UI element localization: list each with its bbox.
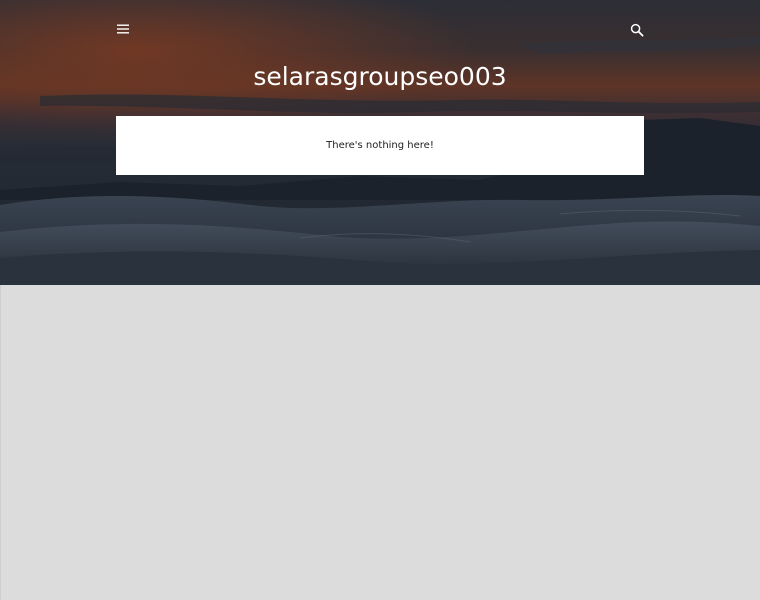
hamburger-menu-icon — [117, 24, 129, 34]
empty-posts-message: There's nothing here! — [326, 140, 434, 151]
blog-page: selarasgroupseo003 There's nothing here! — [0, 0, 760, 600]
menu-button[interactable] — [112, 18, 134, 40]
main-content-area — [0, 285, 760, 600]
search-icon — [630, 23, 644, 37]
empty-posts-card: There's nothing here! — [116, 116, 644, 175]
blog-title-link[interactable]: selarasgroupseo003 — [0, 62, 760, 91]
search-button[interactable] — [626, 19, 648, 41]
header-banner: selarasgroupseo003 There's nothing here! — [0, 0, 760, 285]
